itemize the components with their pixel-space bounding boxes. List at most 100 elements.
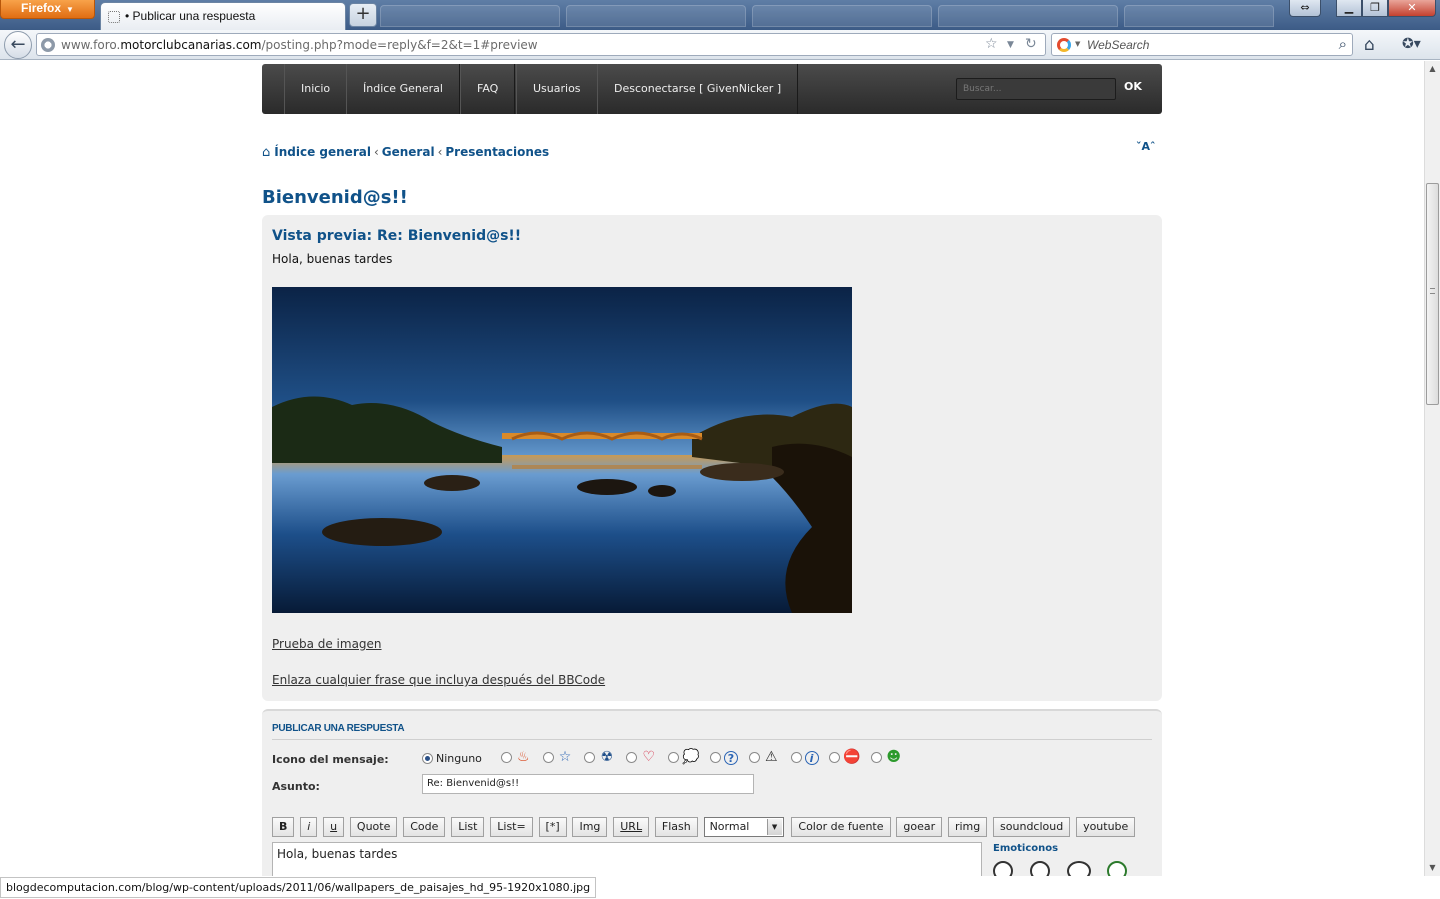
radio[interactable] (871, 752, 883, 763)
smiley-icon[interactable] (993, 861, 1013, 876)
icon-choice-speech[interactable]: 💭 (668, 749, 700, 766)
icon-choice-warning[interactable]: ⚠ (748, 749, 780, 766)
breadcrumb-presentaciones[interactable]: Presentaciones (445, 145, 549, 159)
history-dropdown-icon[interactable]: ▼ (1007, 40, 1014, 50)
background-tab[interactable] (380, 5, 560, 27)
vertical-scrollbar[interactable]: ▲ ▼ (1424, 61, 1440, 876)
firefox-menu-button[interactable]: Firefox ▼ (0, 0, 95, 19)
chevron-down-icon: ▼ (66, 5, 74, 14)
landscape-image (272, 287, 852, 613)
font-color-button[interactable]: Color de fuente (791, 817, 891, 837)
underline-button[interactable]: u (323, 817, 345, 837)
address-bar[interactable]: www.foro.motorclubcanarias.com/posting.p… (36, 33, 1046, 56)
img-button[interactable]: Img (572, 817, 608, 837)
ordered-list-button[interactable]: List= (490, 817, 533, 837)
icon-choice-no-entry[interactable]: ⛔ (829, 749, 861, 766)
goear-button[interactable]: goear (896, 817, 943, 837)
icon-choice-radioactive[interactable]: ☢ (584, 749, 615, 766)
smiley-icon[interactable] (1029, 861, 1050, 876)
message-textarea[interactable]: Hola, buenas tardes (272, 842, 982, 876)
speech-bubble-icon: 💭 (682, 749, 700, 765)
site-search-button[interactable]: OK (1124, 80, 1142, 93)
subject-input[interactable]: Re: Bienvenid@s!! (422, 774, 754, 794)
smiley-icon[interactable] (1066, 861, 1091, 876)
list-item-button[interactable]: [*] (538, 817, 567, 837)
browser-search-box[interactable]: ▼ WebSearch ⌕ (1051, 33, 1353, 56)
preview-body-text: Hola, buenas tardes (272, 252, 393, 266)
bold-button[interactable]: B (272, 817, 295, 837)
nav-faq[interactable]: FAQ (460, 64, 516, 114)
scrollbar-thumb[interactable] (1426, 183, 1439, 405)
soundcloud-button[interactable]: soundcloud (993, 817, 1071, 837)
smiley-icon[interactable] (1107, 861, 1128, 876)
code-button[interactable]: Code (403, 817, 446, 837)
tab-groups-icon[interactable]: ⇔ (1289, 0, 1321, 17)
youtube-button[interactable]: youtube (1076, 817, 1136, 837)
nav-inicio[interactable]: Inicio (284, 64, 348, 114)
font-size-select[interactable]: Normal ▼ (703, 817, 784, 837)
close-window-button[interactable]: ✕ (1388, 0, 1436, 17)
site-search-input[interactable]: Buscar... (956, 78, 1116, 100)
preview-landscape-image[interactable] (272, 287, 852, 613)
icon-choice-none[interactable]: Ninguno (422, 751, 490, 765)
preview-link-prueba-imagen[interactable]: Prueba de imagen (272, 637, 382, 651)
radio[interactable] (668, 752, 680, 763)
scroll-down-icon[interactable]: ▼ (1425, 860, 1440, 876)
background-tab[interactable] (752, 5, 932, 27)
icon-choice-heart[interactable]: ♡ (626, 749, 657, 766)
icon-choice-star[interactable]: ☆ (542, 749, 574, 766)
radio[interactable] (748, 752, 760, 763)
search-icon[interactable]: ⌕ (1339, 35, 1347, 53)
back-arrow-icon[interactable]: ← (4, 31, 32, 59)
background-tab[interactable] (1124, 5, 1274, 27)
preview-panel: Vista previa: Re: Bienvenid@s!! Hola, bu… (262, 215, 1162, 701)
list-button[interactable]: List (451, 817, 485, 837)
tab-label: • Publicar una respuesta (125, 9, 256, 23)
quote-button[interactable]: Quote (349, 817, 398, 837)
font-size-toggle[interactable]: ˇAˆ (1136, 140, 1156, 153)
home-icon[interactable]: ⌂ (262, 145, 270, 160)
nav-indice-general[interactable]: Índice General (346, 64, 460, 114)
chevron-down-icon[interactable]: ▼ (1075, 40, 1080, 48)
reload-icon[interactable]: ↻ (1025, 36, 1037, 52)
radio[interactable] (790, 752, 802, 764)
status-url: blogdecomputacion.com/blog/wp-content/up… (0, 877, 597, 898)
radio[interactable] (709, 752, 721, 764)
radio[interactable] (542, 752, 554, 763)
italic-button[interactable]: i (300, 817, 318, 837)
radio[interactable] (584, 752, 596, 763)
bookmark-star-icon[interactable]: ☆ (985, 36, 998, 52)
radio-selected[interactable] (422, 752, 433, 764)
url-button[interactable]: URL (613, 817, 650, 837)
icon-choice-info[interactable]: i (790, 750, 819, 765)
rimg-button[interactable]: rimg (947, 817, 988, 837)
background-tab[interactable] (566, 5, 746, 27)
radio[interactable] (829, 752, 841, 763)
globe-icon (41, 38, 55, 52)
chevron-down-icon: ▼ (766, 819, 782, 835)
tab-publicar-respuesta[interactable]: • Publicar una respuesta (100, 2, 346, 30)
nav-desconectarse[interactable]: Desconectarse [ GivenNicker ] (597, 64, 799, 114)
bookmarks-menu-icon[interactable]: ✪▾ (1402, 36, 1421, 52)
maximize-button[interactable]: ❐ (1362, 0, 1388, 17)
home-icon[interactable]: ⌂ (1364, 35, 1375, 55)
new-tab-button[interactable]: + (349, 3, 377, 27)
icon-choice-question[interactable]: ? (709, 750, 738, 765)
radio[interactable] (500, 752, 512, 763)
search-engine-icon[interactable] (1057, 38, 1071, 52)
browser-title-bar: Firefox ▼ • Publicar una respuesta + ⇔ ▁ … (0, 0, 1440, 30)
breadcrumb-general[interactable]: General (382, 145, 435, 159)
preview-link-enlaza-frase[interactable]: Enlaza cualquier frase que incluya despu… (272, 673, 605, 687)
scroll-up-icon[interactable]: ▲ (1425, 61, 1440, 77)
icon-choice-flame[interactable]: ♨ (500, 749, 532, 766)
minimize-button[interactable]: ▁ (1336, 0, 1362, 17)
divider (272, 739, 1152, 740)
radio[interactable] (626, 752, 638, 763)
topic-title[interactable]: Bienvenid@s!! (262, 187, 408, 208)
flash-button[interactable]: Flash (654, 817, 698, 837)
nav-usuarios[interactable]: Usuarios (516, 64, 598, 114)
breadcrumb-indice-general[interactable]: Índice general (274, 145, 371, 159)
background-tab[interactable] (938, 5, 1118, 27)
subject-label: Asunto: (272, 780, 320, 793)
icon-choice-grin[interactable]: ☻ (871, 749, 902, 766)
